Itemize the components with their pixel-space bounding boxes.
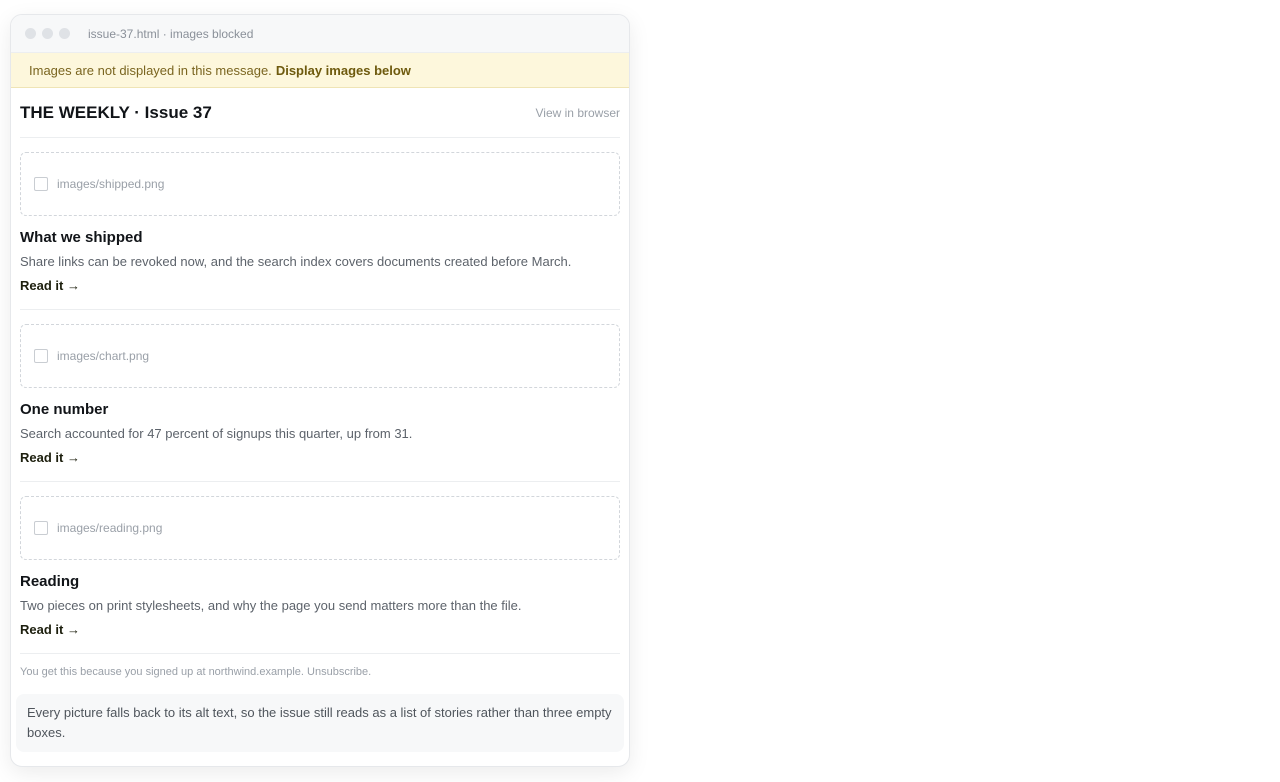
story-body: Search accounted for 47 percent of signu…: [20, 426, 413, 441]
story-title: Reading: [20, 573, 80, 590]
maximize-dot-icon[interactable]: [59, 28, 70, 39]
images-blocked-banner: Images are not displayed in this message…: [11, 53, 629, 88]
email-footer: You get this because you signed up at no…: [20, 654, 620, 694]
image-alt-text: images/reading.png: [57, 521, 163, 535]
image-placeholder: images/chart.png: [20, 324, 620, 388]
window-title: issue-37.html · images blocked: [88, 26, 254, 41]
read-it-link[interactable]: Read it →: [20, 622, 80, 637]
view-in-browser-link[interactable]: View in browser: [536, 106, 620, 120]
image-placeholder: images/shipped.png: [20, 152, 620, 216]
broken-image-icon: [34, 349, 48, 363]
title-bar: issue-37.html · images blocked: [11, 15, 629, 53]
banner-text: Images are not displayed in this message…: [29, 62, 272, 78]
story-title: One number: [20, 401, 109, 418]
image-placeholder: images/reading.png: [20, 496, 620, 560]
story-title: What we shipped: [20, 229, 143, 246]
newsletter-title: THE WEEKLY · Issue 37: [20, 102, 212, 122]
email-window: issue-37.html · images blocked Images ar…: [10, 14, 630, 767]
unsubscribe-link[interactable]: Unsubscribe.: [307, 666, 371, 678]
story-reading: images/reading.png Reading Two pieces on…: [20, 482, 620, 654]
broken-image-icon: [34, 521, 48, 535]
broken-image-icon: [34, 177, 48, 191]
read-it-link[interactable]: Read it →: [20, 278, 80, 293]
story-shipped: images/shipped.png What we shipped Share…: [20, 138, 620, 310]
display-images-link[interactable]: Display images below: [276, 63, 411, 78]
footer-text: You get this because you signed up at no…: [20, 666, 304, 678]
story-one-number: images/chart.png One number Search accou…: [20, 310, 620, 482]
minimize-dot-icon[interactable]: [42, 28, 53, 39]
newsletter-header: THE WEEKLY · Issue 37 View in browser: [20, 88, 620, 138]
story-body: Share links can be revoked now, and the …: [20, 254, 572, 269]
image-alt-text: images/chart.png: [57, 349, 150, 363]
read-it-link[interactable]: Read it →: [20, 450, 80, 465]
email-content: THE WEEKLY · Issue 37 View in browser im…: [11, 88, 629, 752]
alt-text-note: Every picture falls back to its alt text…: [16, 694, 624, 752]
story-body: Two pieces on print stylesheets, and why…: [20, 598, 522, 613]
image-alt-text: images/shipped.png: [57, 177, 165, 191]
close-dot-icon[interactable]: [25, 28, 36, 39]
